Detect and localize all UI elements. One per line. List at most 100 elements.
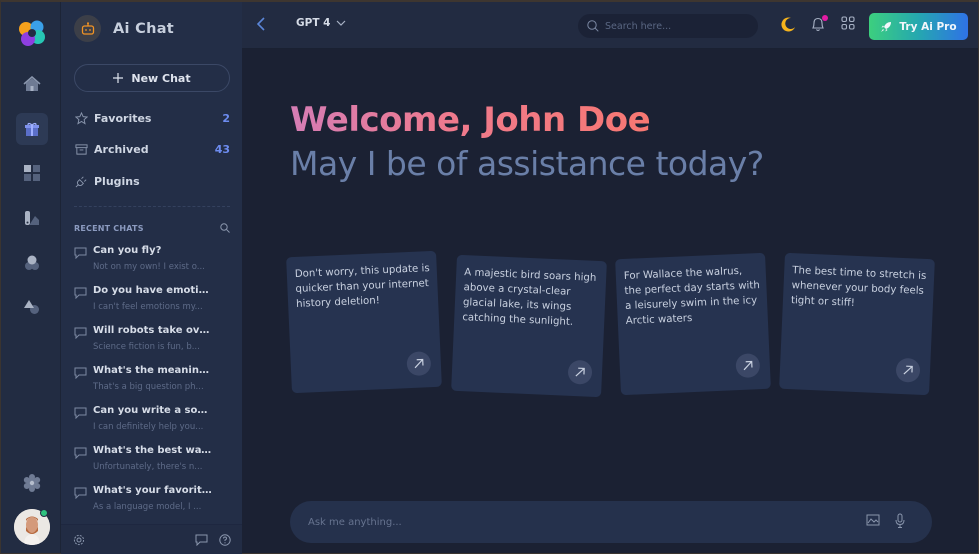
sidebar-footer bbox=[61, 524, 242, 554]
rail-gift-button[interactable] bbox=[16, 113, 48, 145]
sidebar-item-archived[interactable]: Archived 43 bbox=[74, 139, 230, 159]
chevron-left-icon[interactable] bbox=[256, 16, 266, 32]
arrow-up-right-icon bbox=[575, 367, 585, 377]
search-icon bbox=[587, 20, 599, 32]
recent-chat-snippet: Unfortunately, there's n... bbox=[93, 462, 203, 472]
recent-chats-label: RECENT CHATS bbox=[74, 223, 144, 233]
recent-chat-snippet: That's a big question ph... bbox=[93, 382, 204, 392]
recent-chat-title: What's your favorite c... bbox=[93, 485, 213, 496]
feedback-icon[interactable] bbox=[195, 534, 208, 546]
plug-icon bbox=[75, 176, 86, 187]
suggestion-card[interactable]: Don't worry, this update is quicker than… bbox=[286, 250, 442, 394]
sidebar-divider bbox=[74, 206, 230, 207]
welcome-subtitle: May I be of assistance today? bbox=[290, 144, 764, 183]
try-ai-pro-button[interactable]: Try Ai Pro bbox=[869, 13, 968, 40]
message-composer bbox=[290, 501, 932, 543]
recent-chat-snippet: I can definitely help you... bbox=[93, 422, 204, 432]
rail-settings-button[interactable] bbox=[16, 467, 48, 499]
recent-chat-title: Do you have emotion... bbox=[93, 285, 213, 296]
star-icon bbox=[74, 111, 88, 125]
gear-icon bbox=[23, 474, 41, 492]
arrow-up-right-icon bbox=[903, 365, 913, 375]
chat-bubble-icon bbox=[74, 367, 87, 379]
microphone-icon[interactable] bbox=[895, 513, 905, 529]
open-suggestion-button[interactable] bbox=[406, 351, 432, 377]
recent-chat-title: What's the meaning o... bbox=[93, 365, 213, 376]
new-chat-label: New Chat bbox=[131, 71, 191, 85]
recent-chat-title: What's the best way t... bbox=[93, 445, 213, 456]
moon-icon[interactable] bbox=[780, 16, 796, 32]
recent-chat-title: Can you write a song ... bbox=[93, 405, 213, 416]
main-content: Welcome, John Doe May I be of assistance… bbox=[242, 50, 978, 553]
favorites-count: 2 bbox=[222, 111, 230, 125]
suggestion-text: The best time to stretch is whenever you… bbox=[790, 265, 927, 309]
bot-avatar bbox=[74, 15, 101, 42]
home-icon bbox=[23, 76, 41, 91]
rocket-icon bbox=[881, 21, 892, 32]
apps-grid-icon[interactable] bbox=[841, 16, 855, 30]
help-icon[interactable] bbox=[219, 534, 231, 546]
recent-chats-header: RECENT CHATS bbox=[74, 223, 230, 233]
suggestion-text: A majestic bird soars high above a cryst… bbox=[462, 267, 597, 328]
gift-icon bbox=[25, 122, 39, 136]
suggestion-card[interactable]: For Wallace the walrus, the perfect day … bbox=[615, 252, 771, 396]
sidebar-item-plugins[interactable]: Plugins bbox=[74, 171, 230, 191]
rail-components-button[interactable] bbox=[16, 291, 48, 323]
sidebar-item-label: Archived bbox=[94, 142, 149, 156]
app-window: Ai Chat New Chat Favorites 2 Archived 43… bbox=[0, 0, 979, 554]
search-box bbox=[578, 14, 758, 38]
try-ai-pro-label: Try Ai Pro bbox=[899, 20, 957, 33]
sidebar-header: Ai Chat bbox=[74, 15, 174, 42]
chevron-down-icon bbox=[337, 20, 346, 26]
open-suggestion-button[interactable] bbox=[735, 353, 761, 379]
model-name: GPT 4 bbox=[296, 17, 331, 29]
settings-icon[interactable] bbox=[73, 534, 85, 546]
recent-chat-title: Can you fly? bbox=[93, 245, 162, 256]
swatch-icon bbox=[25, 211, 39, 225]
archive-icon bbox=[74, 143, 88, 155]
suggestion-text: For Wallace the walrus, the perfect day … bbox=[623, 265, 761, 327]
new-chat-button[interactable]: New Chat bbox=[74, 64, 230, 92]
shapes-icon bbox=[24, 300, 39, 314]
chat-bubble-icon bbox=[74, 287, 87, 299]
recent-chat-snippet: Not on my own! I exist o... bbox=[93, 262, 205, 272]
robot-icon bbox=[81, 21, 94, 35]
suggestion-card[interactable]: The best time to stretch is whenever you… bbox=[779, 252, 935, 396]
model-selector[interactable]: GPT 4 bbox=[296, 17, 346, 29]
sidebar-title: Ai Chat bbox=[113, 20, 175, 37]
arrow-up-right-icon bbox=[414, 358, 424, 369]
sidebar-item-label: Plugins bbox=[94, 174, 140, 188]
plus-icon bbox=[113, 73, 124, 83]
arrow-up-right-icon bbox=[743, 360, 753, 371]
top-bar: GPT 4 Try Ai Pro bbox=[242, 2, 978, 49]
chat-bubble-icon bbox=[74, 407, 87, 419]
recent-chat-snippet: As a language model, I ... bbox=[93, 502, 202, 512]
online-status-indicator bbox=[40, 509, 48, 517]
chat-bubble-icon bbox=[74, 487, 87, 499]
chat-bubble-icon bbox=[74, 327, 87, 339]
app-logo-icon[interactable] bbox=[17, 18, 47, 48]
search-icon[interactable] bbox=[220, 223, 230, 233]
sidebar-item-favorites[interactable]: Favorites 2 bbox=[74, 108, 230, 128]
icon-rail bbox=[1, 2, 61, 553]
chat-bubble-icon bbox=[74, 447, 87, 459]
search-input[interactable] bbox=[605, 20, 745, 32]
rail-palette-button[interactable] bbox=[16, 202, 48, 234]
recent-chat-snippet: Science fiction is fun, b... bbox=[93, 342, 200, 352]
chat-bubble-icon bbox=[74, 247, 87, 259]
open-suggestion-button[interactable] bbox=[567, 359, 593, 385]
suggestion-text: Don't worry, this update is quicker than… bbox=[294, 263, 430, 310]
rail-home-button[interactable] bbox=[16, 68, 48, 100]
recent-chat-snippet: I can't feel emotions my... bbox=[93, 302, 203, 312]
grid-icon bbox=[24, 165, 40, 181]
rail-dashboard-button[interactable] bbox=[16, 157, 48, 189]
chat-sidebar: Ai Chat New Chat Favorites 2 Archived 43… bbox=[61, 2, 242, 554]
sidebar-item-label: Favorites bbox=[94, 111, 152, 125]
circles-icon bbox=[25, 255, 39, 270]
suggestion-card[interactable]: A majestic bird soars high above a cryst… bbox=[451, 254, 607, 398]
image-upload-icon[interactable] bbox=[866, 513, 880, 527]
message-input[interactable] bbox=[308, 512, 848, 532]
rail-shapes-button[interactable] bbox=[16, 247, 48, 279]
open-suggestion-button[interactable] bbox=[895, 357, 921, 383]
notification-badge bbox=[822, 15, 828, 21]
